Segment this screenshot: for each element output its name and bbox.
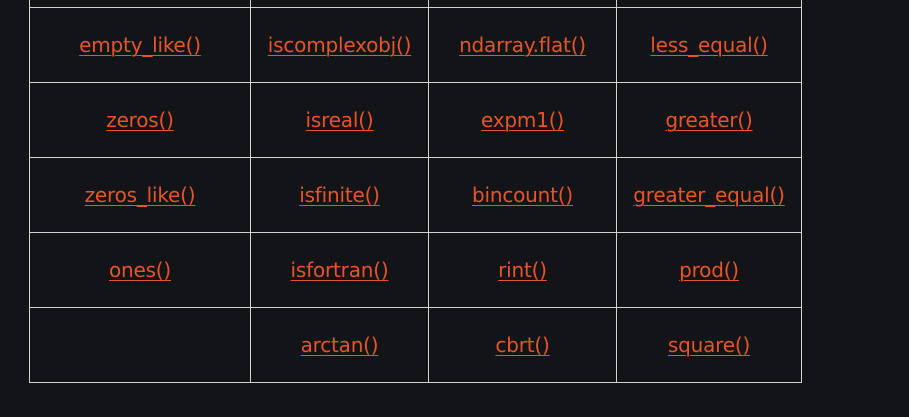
function-link-ndarray-flat[interactable]: ndarray.flat(): [459, 33, 586, 57]
table-cell: arctan(): [250, 307, 429, 383]
function-link-iscomplexobj[interactable]: iscomplexobj(): [268, 33, 412, 57]
table-row: zeros() isreal() expm1() greater(): [29, 82, 802, 158]
function-link-zeros[interactable]: zeros(): [106, 108, 174, 132]
table-cell: rint(): [428, 232, 617, 308]
table-cell: [616, 0, 802, 8]
table-cell: empty_like(): [29, 7, 251, 83]
table-cell: expm1(): [428, 82, 617, 158]
function-link-cbrt[interactable]: cbrt(): [495, 333, 549, 357]
function-link-greater-equal[interactable]: greater_equal(): [633, 183, 785, 207]
function-link-isfortran[interactable]: isfortran(): [291, 258, 389, 282]
function-link-less-equal[interactable]: less_equal(): [650, 33, 768, 57]
table-cell: cbrt(): [428, 307, 617, 383]
table-cell: isfortran(): [250, 232, 429, 308]
function-link-prod[interactable]: prod(): [679, 258, 739, 282]
function-links-table: empty_like() iscomplexobj() ndarray.flat…: [29, 0, 802, 383]
table-row: arctan() cbrt() square(): [29, 307, 802, 383]
table-cell: [29, 307, 251, 383]
table-row: empty_like() iscomplexobj() ndarray.flat…: [29, 7, 802, 83]
table-cell: bincount(): [428, 157, 617, 233]
table-cell: greater(): [616, 82, 802, 158]
table-cell: [250, 0, 429, 8]
table-cell: isfinite(): [250, 157, 429, 233]
function-link-isreal[interactable]: isreal(): [306, 108, 374, 132]
table-cell: greater_equal(): [616, 157, 802, 233]
table-cell: ndarray.flat(): [428, 7, 617, 83]
table-cell: zeros(): [29, 82, 251, 158]
function-link-empty-like[interactable]: empty_like(): [79, 33, 201, 57]
function-link-rint[interactable]: rint(): [498, 258, 547, 282]
function-link-zeros-like[interactable]: zeros_like(): [85, 183, 196, 207]
table-cell: less_equal(): [616, 7, 802, 83]
table-row: zeros_like() isfinite() bincount() great…: [29, 157, 802, 233]
table-cell: iscomplexobj(): [250, 7, 429, 83]
table-cell: ones(): [29, 232, 251, 308]
function-link-square[interactable]: square(): [668, 333, 750, 357]
function-link-ones[interactable]: ones(): [109, 258, 171, 282]
function-link-bincount[interactable]: bincount(): [472, 183, 573, 207]
function-link-expm1[interactable]: expm1(): [481, 108, 564, 132]
table-cell: zeros_like(): [29, 157, 251, 233]
table-cell: prod(): [616, 232, 802, 308]
function-link-isfinite[interactable]: isfinite(): [299, 183, 380, 207]
table-row: [29, 0, 802, 8]
function-link-arctan[interactable]: arctan(): [301, 333, 379, 357]
table-cell: square(): [616, 307, 802, 383]
function-link-greater[interactable]: greater(): [665, 108, 752, 132]
table-cell: isreal(): [250, 82, 429, 158]
table-row: ones() isfortran() rint() prod(): [29, 232, 802, 308]
table-cell: [428, 0, 617, 8]
table-cell: [29, 0, 251, 8]
